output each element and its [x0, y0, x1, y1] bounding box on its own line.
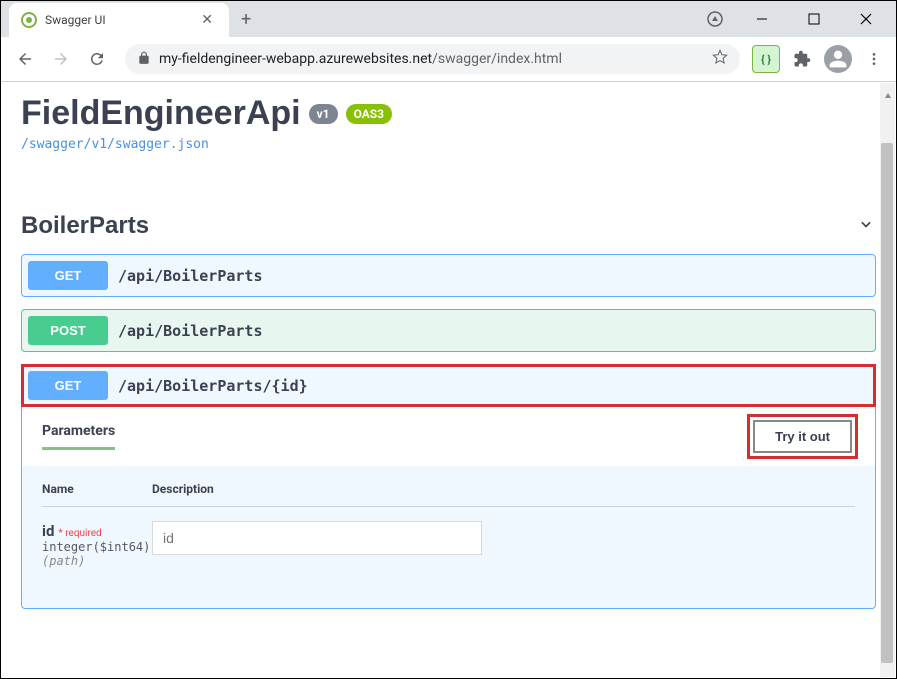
close-tab-icon[interactable]: ✕	[197, 10, 217, 30]
required-marker: required	[58, 528, 101, 539]
scroll-up-arrow-icon[interactable]	[884, 85, 892, 104]
params-table-header: Name Description	[42, 482, 855, 507]
param-info: id required integer($int64) (path)	[42, 521, 152, 568]
url-text: my-fieldengineer-webapp.azurewebsites.ne…	[159, 51, 704, 67]
op-path: /api/BoilerParts/{id}	[118, 377, 308, 395]
profile-indicator-icon[interactable]	[706, 10, 724, 28]
kebab-menu-icon[interactable]	[860, 51, 888, 67]
back-button[interactable]	[9, 43, 41, 75]
api-header: FieldEngineerApi v1 OAS3	[21, 82, 876, 133]
address-bar[interactable]: my-fieldengineer-webapp.azurewebsites.ne…	[125, 44, 740, 74]
lock-icon	[137, 50, 151, 69]
extensions-puzzle-icon[interactable]	[788, 45, 816, 73]
op-summary[interactable]: GET /api/BoilerParts/{id}	[22, 365, 875, 406]
browser-chrome: Swagger UI ✕ +	[1, 1, 896, 82]
th-description: Description	[152, 482, 214, 496]
parameters-tab[interactable]: Parameters	[42, 423, 115, 450]
op-block-post: POST /api/BoilerParts	[21, 309, 876, 352]
forward-button[interactable]	[45, 43, 77, 75]
op-path: /api/BoilerParts	[118, 267, 263, 285]
params-header: Parameters Try it out	[22, 407, 875, 466]
http-method-badge: GET	[28, 371, 108, 400]
param-type: integer($int64)	[42, 540, 152, 554]
section-title: BoilerParts	[21, 212, 149, 240]
page-viewport: FieldEngineerApi v1 OAS3 /swagger/v1/swa…	[1, 82, 896, 679]
swagger-favicon	[21, 12, 37, 28]
browser-tab[interactable]: Swagger UI ✕	[9, 3, 229, 37]
try-it-out-highlight: Try it out	[750, 417, 855, 456]
http-method-badge: POST	[28, 316, 108, 345]
op-body: Parameters Try it out Name Description i…	[22, 406, 875, 608]
param-name: id	[42, 522, 54, 540]
swagger-json-link[interactable]: /swagger/v1/swagger.json	[21, 137, 209, 152]
try-it-out-button[interactable]: Try it out	[753, 420, 852, 453]
scrollbar-thumb[interactable]	[881, 143, 893, 663]
op-summary[interactable]: POST /api/BoilerParts	[22, 310, 875, 351]
close-window-button[interactable]	[852, 5, 880, 33]
section-header[interactable]: BoilerParts	[21, 192, 876, 254]
param-in: (path)	[42, 554, 152, 568]
api-title: FieldEngineerApi	[21, 94, 301, 133]
profile-avatar[interactable]	[824, 45, 852, 73]
toolbar-right: { }	[752, 45, 888, 73]
new-tab-button[interactable]: +	[229, 9, 263, 30]
extension-icon[interactable]: { }	[752, 45, 780, 73]
chevron-down-icon	[856, 214, 876, 239]
star-icon[interactable]	[712, 49, 728, 69]
param-row: id required integer($int64) (path)	[42, 521, 855, 568]
op-block-get-list: GET /api/BoilerParts	[21, 254, 876, 297]
maximize-button[interactable]	[800, 5, 828, 33]
op-path: /api/BoilerParts	[118, 322, 263, 340]
titlebar: Swagger UI ✕ +	[1, 1, 896, 37]
oas-badge: OAS3	[346, 104, 393, 124]
op-summary[interactable]: GET /api/BoilerParts	[22, 255, 875, 296]
minimize-button[interactable]	[748, 5, 776, 33]
browser-toolbar: my-fieldengineer-webapp.azurewebsites.ne…	[1, 37, 896, 81]
params-table: Name Description id required integer($int…	[22, 466, 875, 608]
scrollbar-track[interactable]	[880, 83, 895, 677]
version-badge: v1	[309, 104, 338, 124]
tab-title: Swagger UI	[45, 13, 189, 27]
op-block-get-by-id: GET /api/BoilerParts/{id} Parameters Try…	[21, 364, 876, 609]
page-content: FieldEngineerApi v1 OAS3 /swagger/v1/swa…	[1, 82, 896, 609]
th-name: Name	[42, 482, 152, 496]
reload-button[interactable]	[81, 43, 113, 75]
http-method-badge: GET	[28, 261, 108, 290]
param-input-id[interactable]	[152, 521, 482, 555]
window-controls	[706, 5, 896, 33]
